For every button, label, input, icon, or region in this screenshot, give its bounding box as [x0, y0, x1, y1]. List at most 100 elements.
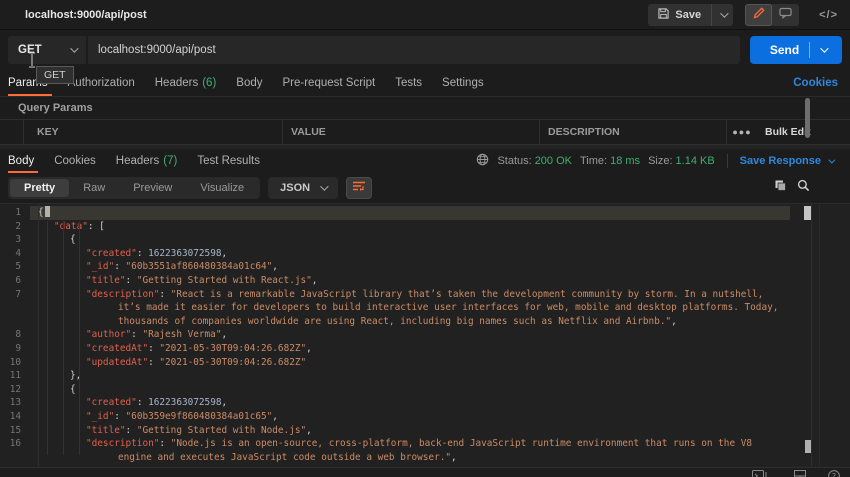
code-text: "title": "Getting Started with Node.js",: [30, 424, 790, 438]
code-text: "description": "Node.js is an open-sourc…: [30, 437, 790, 464]
line-number: 2: [0, 220, 30, 234]
response-meta: Status:200 OK Time:18 ms Size:1.14 KB Sa…: [476, 153, 833, 169]
tab-label: Body: [8, 155, 34, 167]
tab-label: Body: [236, 77, 262, 89]
code-line: 1{: [0, 206, 850, 220]
text-cursor-block: [805, 440, 811, 453]
code-line: 3{: [0, 233, 850, 247]
response-tab-body[interactable]: Body: [8, 149, 34, 173]
query-params-title: Query Params: [0, 97, 850, 119]
wrap-lines-button[interactable]: [346, 177, 372, 199]
line-number: 3: [0, 233, 30, 247]
save-icon: [658, 8, 669, 22]
tab-body[interactable]: Body: [236, 70, 262, 96]
scrollbar-thumb[interactable]: [805, 98, 810, 138]
save-response-label: Save Response: [740, 155, 821, 167]
line-number: 10: [0, 356, 30, 370]
tab-label: Cookies: [54, 155, 96, 167]
code-text: {: [30, 233, 790, 247]
code-text: {: [30, 206, 790, 220]
tab-headers[interactable]: Headers (6): [155, 70, 217, 96]
request-tab-title[interactable]: localhost:9000/api/post: [25, 9, 147, 21]
chevron-down-icon: [820, 44, 828, 52]
code-line: 8"author": "Rajesh Verma",: [0, 328, 850, 342]
view-mode-switch: Pretty Raw Preview Visualize: [8, 177, 260, 199]
code-text: "_id": "60b3551af860480384a01c64",: [30, 260, 790, 274]
cookies-link[interactable]: Cookies: [793, 77, 838, 89]
chevron-down-icon: [828, 156, 835, 163]
request-bar: GET localhost:9000/api/post Send GET: [0, 30, 850, 70]
line-number: 1: [0, 206, 30, 220]
column-header-value: VALUE: [283, 120, 540, 144]
code-line: 15"title": "Getting Started with Node.js…: [0, 424, 850, 438]
scrollbar-thumb[interactable]: [804, 206, 811, 220]
code-line: 2"data": [: [0, 220, 850, 234]
response-toolbar: Pretty Raw Preview Visualize JSON: [0, 173, 850, 204]
language-select[interactable]: JSON: [268, 177, 338, 199]
headers-count-badge: (6): [202, 77, 216, 89]
code-line: 9"createdAt": "2021-05-30T09:04:26.682Z"…: [0, 342, 850, 356]
view-mode-preview[interactable]: Preview: [119, 179, 186, 197]
line-number: 5: [0, 260, 30, 274]
save-dropdown-button[interactable]: [711, 4, 733, 26]
code-text: "data": [: [30, 220, 790, 234]
tab-authorization[interactable]: Authorization: [68, 70, 135, 96]
code-line: 14"_id": "60b359e9f860480384a01c65",: [0, 410, 850, 424]
chevron-down-icon: [720, 9, 728, 17]
indent-guide: [79, 221, 80, 455]
copy-icon[interactable]: [774, 179, 787, 197]
bulk-edit-button[interactable]: Bulk Edit: [757, 120, 811, 144]
search-icon[interactable]: [797, 179, 810, 197]
console-icon[interactable]: [752, 470, 772, 477]
url-input[interactable]: localhost:9000/api/post: [88, 36, 740, 64]
code-line: 13"created": 1622363072598,: [0, 396, 850, 410]
code-snippet-button[interactable]: </>: [819, 9, 838, 21]
panel-layout-icon[interactable]: [794, 470, 806, 477]
language-value: JSON: [280, 182, 310, 194]
indent-guide: [47, 221, 48, 455]
save-button-group: Save: [648, 4, 733, 26]
status-badge: Status:200 OK: [497, 155, 572, 167]
code-line: 10"updatedAt": "2021-05-30T09:04:26.682Z…: [0, 356, 850, 370]
response-tab-cookies[interactable]: Cookies: [54, 149, 96, 173]
line-number: 16: [0, 437, 30, 464]
response-tab-headers[interactable]: Headers (7): [116, 149, 178, 173]
view-mode-raw[interactable]: Raw: [69, 179, 119, 197]
response-body-actions: [774, 179, 842, 197]
response-tab-test-results[interactable]: Test Results: [197, 149, 260, 173]
code-text: "createdAt": "2021-05-30T09:04:26.682Z",: [30, 342, 790, 356]
more-options-icon[interactable]: ●●●: [727, 120, 757, 144]
time-badge: Time:18 ms: [580, 155, 640, 167]
tab-pre-request-script[interactable]: Pre-request Script: [283, 70, 376, 96]
method-select[interactable]: GET: [8, 36, 86, 64]
save-button[interactable]: Save: [648, 4, 711, 26]
edit-comment-group: [745, 4, 799, 26]
code-text: },: [30, 369, 790, 383]
help-icon[interactable]: ?: [828, 470, 840, 477]
line-number: 9: [0, 342, 30, 356]
line-number: 13: [0, 396, 30, 410]
comment-button[interactable]: [772, 4, 799, 26]
view-mode-visualize[interactable]: Visualize: [186, 179, 258, 197]
view-mode-pretty[interactable]: Pretty: [10, 179, 69, 197]
response-headers-count-badge: (7): [163, 155, 177, 167]
wrap-lines-icon: [352, 179, 366, 197]
text-cursor-block: [45, 206, 50, 217]
line-number: 14: [0, 410, 30, 424]
tab-settings[interactable]: Settings: [442, 70, 484, 96]
column-header-key: KEY: [24, 120, 283, 144]
code-line: 12{: [0, 383, 850, 397]
line-number: 8: [0, 328, 30, 342]
select-all-column[interactable]: [0, 120, 24, 144]
tab-tests[interactable]: Tests: [395, 70, 422, 96]
response-body-editor[interactable]: 1{2"data": [3{4"created": 1622363072598,…: [0, 204, 850, 467]
line-number: 6: [0, 274, 30, 288]
globe-icon: [476, 153, 489, 169]
send-button[interactable]: Send: [750, 36, 842, 64]
edit-request-button[interactable]: [745, 4, 772, 26]
gutter-divider: [38, 204, 39, 467]
save-response-button[interactable]: Save Response: [740, 155, 833, 167]
code-text: "updatedAt": "2021-05-30T09:04:26.682Z": [30, 356, 790, 370]
request-tabs: Params Authorization Headers (6) Body Pr…: [0, 70, 850, 97]
line-number: 7: [0, 288, 30, 329]
